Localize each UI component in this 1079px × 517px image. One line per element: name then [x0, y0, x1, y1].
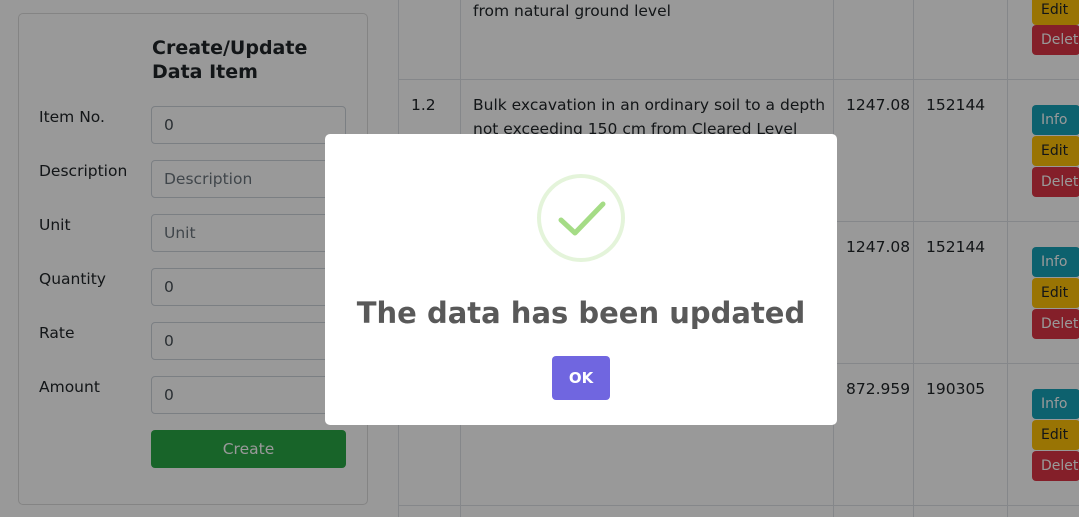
success-check-icon: [537, 174, 625, 262]
success-dialog: The data has been updated OK: [325, 134, 837, 425]
dialog-title: The data has been updated: [356, 296, 806, 330]
ok-button[interactable]: OK: [552, 356, 610, 400]
